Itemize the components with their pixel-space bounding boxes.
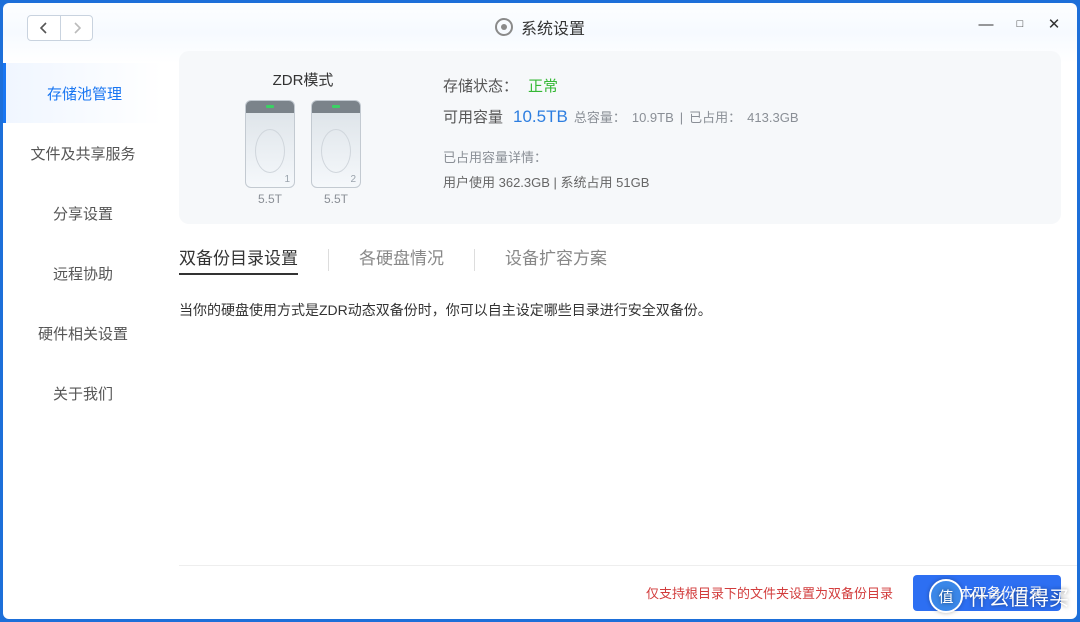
tab-label: 各硬盘情况 xyxy=(359,249,444,268)
sidebar-item-hardware[interactable]: 硬件相关设置 xyxy=(3,303,163,363)
total-label: 总容量： xyxy=(574,107,626,126)
tab-dual-backup[interactable]: 双备份目录设置 xyxy=(179,244,298,275)
total-value: 10.9TB xyxy=(632,110,674,125)
nav-forward-button[interactable] xyxy=(60,16,92,40)
disk-icon: 1 xyxy=(245,100,295,188)
sidebar-item-storage-pool[interactable]: 存储池管理 xyxy=(3,63,163,123)
close-button[interactable]: ✕ xyxy=(1039,9,1069,39)
titlebar: 系统设置 — □ ✕ xyxy=(3,3,1077,51)
settings-icon xyxy=(495,18,513,36)
disk-capacity: 5.5T xyxy=(324,192,348,206)
used-label: 已占用： xyxy=(689,107,741,126)
tabs: 双备份目录设置 各硬盘情况 设备扩容方案 xyxy=(179,224,1077,289)
sidebar-item-file-sharing[interactable]: 文件及共享服务 xyxy=(3,123,163,183)
manage-backup-button[interactable]: 管理本双备份目录 xyxy=(913,575,1061,611)
usage-detail-value: 用户使用 362.3GB | 系统占用 51GB xyxy=(443,172,1037,191)
nav-buttons xyxy=(27,15,93,41)
disk-capacity: 5.5T xyxy=(258,192,282,206)
nav-back-button[interactable] xyxy=(28,16,60,40)
used-value: 413.3GB xyxy=(747,110,798,125)
minimize-button[interactable]: — xyxy=(971,9,1001,39)
window-title: 系统设置 xyxy=(521,15,585,39)
tab-expansion[interactable]: 设备扩容方案 xyxy=(505,244,607,275)
disk-item: 2 5.5T xyxy=(311,100,361,206)
maximize-button[interactable]: □ xyxy=(1005,9,1035,39)
usage-detail-label: 已占用容量详情： xyxy=(443,147,1037,166)
footer-bar: 仅支持根目录下的文件夹设置为双备份目录 管理本双备份目录 xyxy=(179,565,1077,619)
available-label: 可用容量 xyxy=(443,106,503,127)
tab-label: 设备扩容方案 xyxy=(505,249,607,268)
sidebar: 存储池管理 文件及共享服务 分享设置 远程协助 硬件相关设置 关于我们 xyxy=(3,51,163,619)
tab-description: 当你的硬盘使用方式是ZDR动态双备份时，你可以自主设定哪些目录进行安全双备份。 xyxy=(179,289,1077,331)
disk-icon: 2 xyxy=(311,100,361,188)
storage-status-card: ZDR模式 1 5.5T 2 5.5T 存储状态： xyxy=(179,51,1061,224)
sidebar-item-label: 远程协助 xyxy=(53,263,113,284)
status-label: 存储状态： xyxy=(443,75,518,96)
chevron-right-icon xyxy=(73,22,81,34)
tab-disk-status[interactable]: 各硬盘情况 xyxy=(359,244,444,275)
sidebar-item-label: 分享设置 xyxy=(53,203,113,224)
sidebar-item-remote-assist[interactable]: 远程协助 xyxy=(3,243,163,303)
sidebar-item-about[interactable]: 关于我们 xyxy=(3,363,163,423)
sidebar-item-label: 文件及共享服务 xyxy=(30,143,135,164)
tab-label: 双备份目录设置 xyxy=(179,249,298,268)
storage-mode-label: ZDR模式 xyxy=(203,69,403,90)
footer-note: 仅支持根目录下的文件夹设置为双备份目录 xyxy=(646,583,893,602)
sidebar-item-share-settings[interactable]: 分享设置 xyxy=(3,183,163,243)
sidebar-item-label: 关于我们 xyxy=(53,383,113,404)
chevron-left-icon xyxy=(40,22,48,34)
sidebar-item-label: 存储池管理 xyxy=(47,83,122,104)
status-value: 正常 xyxy=(528,75,558,96)
sidebar-item-label: 硬件相关设置 xyxy=(38,323,128,344)
disk-item: 1 5.5T xyxy=(245,100,295,206)
disk-number: 2 xyxy=(350,174,356,185)
disk-number: 1 xyxy=(284,174,290,185)
available-value: 10.5TB xyxy=(513,107,568,127)
